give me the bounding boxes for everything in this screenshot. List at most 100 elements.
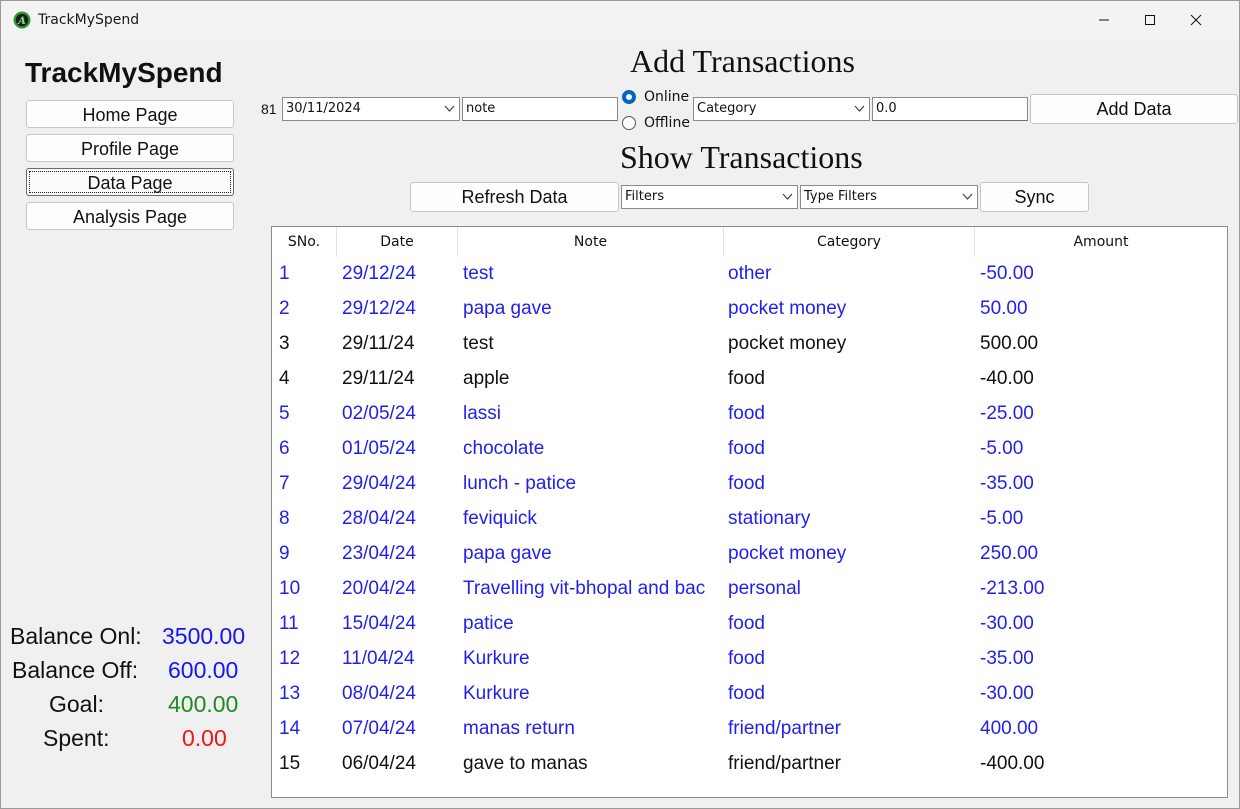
category-select[interactable]: Category — [693, 97, 870, 121]
cell-note: apple — [463, 368, 510, 389]
cell-sno: 9 — [279, 543, 290, 564]
cell-category: friend/partner — [728, 753, 842, 774]
column-header-date[interactable]: Date — [337, 227, 458, 257]
cell-category: food — [728, 403, 765, 424]
cell-date: 29/12/24 — [342, 298, 416, 319]
cell-sno: 7 — [279, 473, 290, 494]
maximize-icon — [1145, 15, 1155, 25]
table-row[interactable]: 4 29/11/24 apple food -40.00 — [272, 361, 1227, 396]
filters-value: Filters — [625, 189, 664, 204]
table-row[interactable]: 6 01/05/24 chocolate food -5.00 — [272, 431, 1227, 466]
minimize-button[interactable] — [1081, 1, 1127, 39]
cell-sno: 15 — [279, 753, 301, 774]
cell-sno: 12 — [279, 648, 301, 669]
table-row[interactable]: 12 11/04/24 Kurkure food -35.00 — [272, 641, 1227, 676]
add-data-button[interactable]: Add Data — [1030, 94, 1238, 124]
cell-date: 02/05/24 — [342, 403, 416, 424]
cell-note: papa gave — [463, 543, 552, 564]
cell-amount: -5.00 — [980, 508, 1024, 529]
type-filters-value: Type Filters — [804, 189, 877, 204]
close-button[interactable] — [1173, 1, 1219, 39]
table-row[interactable]: 15 06/04/24 gave to manas friend/partner -40… — [272, 746, 1227, 781]
cell-sno: 14 — [279, 718, 301, 739]
cell-category: food — [728, 648, 765, 669]
cell-note: gave to manas — [463, 753, 588, 774]
cell-amount: -40.00 — [980, 368, 1034, 389]
window-title: TrackMySpend — [38, 12, 140, 28]
balance-online-value: 3500.00 — [162, 623, 246, 649]
transactions-table[interactable]: SNo. Date Note Category Amount 1 29/12/24… — [271, 226, 1228, 798]
cell-amount: -30.00 — [980, 613, 1034, 634]
cell-date: 29/04/24 — [342, 473, 416, 494]
cell-category: food — [728, 438, 765, 459]
column-header-note[interactable]: Note — [458, 227, 724, 257]
table-row[interactable]: 10 20/04/24 Travelling vit-bhopal and bac p… — [272, 571, 1227, 606]
cell-date: 29/12/24 — [342, 263, 416, 284]
cell-category: personal — [728, 578, 801, 599]
amount-input[interactable]: 0.0 — [872, 97, 1028, 121]
cell-amount: 250.00 — [980, 543, 1039, 564]
cell-date: 28/04/24 — [342, 508, 416, 529]
cell-category: food — [728, 613, 765, 634]
table-row[interactable]: 3 29/11/24 test pocket money 500.00 — [272, 326, 1227, 361]
nav-data-button[interactable]: Data Page — [26, 168, 234, 196]
mode-offline-label: Offline — [644, 115, 690, 131]
balance-online-label: Balance Onl: — [10, 623, 142, 649]
cell-amount: -213.00 — [980, 578, 1045, 599]
note-input[interactable]: note — [462, 97, 618, 121]
cell-note: chocolate — [463, 438, 545, 459]
table-row[interactable]: 11 15/04/24 patice food -30.00 — [272, 606, 1227, 641]
sync-button[interactable]: Sync — [980, 182, 1089, 212]
nav-home-button[interactable]: Home Page — [26, 100, 234, 128]
maximize-button[interactable] — [1127, 1, 1173, 39]
table-row[interactable]: 2 29/12/24 papa gave pocket money 50.00 — [272, 291, 1227, 326]
mode-online-label: Online — [644, 89, 690, 105]
cell-date: 06/04/24 — [342, 753, 416, 774]
filters-select[interactable]: Filters — [621, 185, 798, 209]
chevron-down-icon — [962, 193, 973, 200]
column-header-category[interactable]: Category — [724, 227, 975, 257]
cell-sno: 3 — [279, 333, 290, 354]
column-header-amount[interactable]: Amount — [975, 227, 1227, 257]
category-value: Category — [697, 101, 757, 116]
cell-note: Kurkure — [463, 683, 530, 704]
nav-profile-button[interactable]: Profile Page — [26, 134, 234, 162]
cell-sno: 11 — [279, 613, 299, 634]
table-row[interactable]: 7 29/04/24 lunch - patice food -35.00 — [272, 466, 1227, 501]
radio-selected-icon — [622, 90, 636, 104]
cell-category: food — [728, 683, 765, 704]
cell-category: food — [728, 368, 765, 389]
table-row[interactable]: 8 28/04/24 feviquick stationary -5.00 — [272, 501, 1227, 536]
column-header-sno[interactable]: SNo. — [272, 227, 337, 257]
cell-sno: 10 — [279, 578, 301, 599]
cell-amount: -5.00 — [980, 438, 1024, 459]
refresh-data-button[interactable]: Refresh Data — [410, 182, 619, 212]
table-row[interactable]: 1 29/12/24 test other -50.00 — [272, 256, 1227, 291]
nav-analysis-button[interactable]: Analysis Page — [26, 202, 234, 230]
date-picker[interactable]: 30/11/2024 — [282, 97, 460, 121]
cell-note: test — [463, 263, 494, 284]
cell-amount: -35.00 — [980, 473, 1034, 494]
cell-sno: 1 — [279, 263, 290, 284]
chevron-down-icon — [854, 105, 865, 112]
cell-sno: 13 — [279, 683, 301, 704]
cell-category: other — [728, 263, 772, 284]
type-filters-select[interactable]: Type Filters — [800, 185, 978, 209]
balance-offline-label: Balance Off: — [12, 657, 139, 683]
cell-date: 15/04/24 — [342, 613, 416, 634]
brand-title: TrackMySpend — [25, 57, 223, 88]
table-row[interactable]: 13 08/04/24 Kurkure food -30.00 — [272, 676, 1227, 711]
cell-date: 01/05/24 — [342, 438, 416, 459]
minimize-icon — [1099, 19, 1109, 21]
table-row[interactable]: 14 07/04/24 manas return friend/partner 400.… — [272, 711, 1227, 746]
cell-sno: 5 — [279, 403, 290, 424]
table-row[interactable]: 5 02/05/24 lassi food -25.00 — [272, 396, 1227, 431]
close-icon — [1190, 14, 1202, 26]
cell-date: 07/04/24 — [342, 718, 416, 739]
cell-sno: 8 — [279, 508, 290, 529]
cell-note: feviquick — [463, 508, 537, 529]
spent-label: Spent: — [43, 725, 110, 751]
table-row[interactable]: 9 23/04/24 papa gave pocket money 250.00 — [272, 536, 1227, 571]
cell-date: 23/04/24 — [342, 543, 416, 564]
cell-note: papa gave — [463, 298, 552, 319]
